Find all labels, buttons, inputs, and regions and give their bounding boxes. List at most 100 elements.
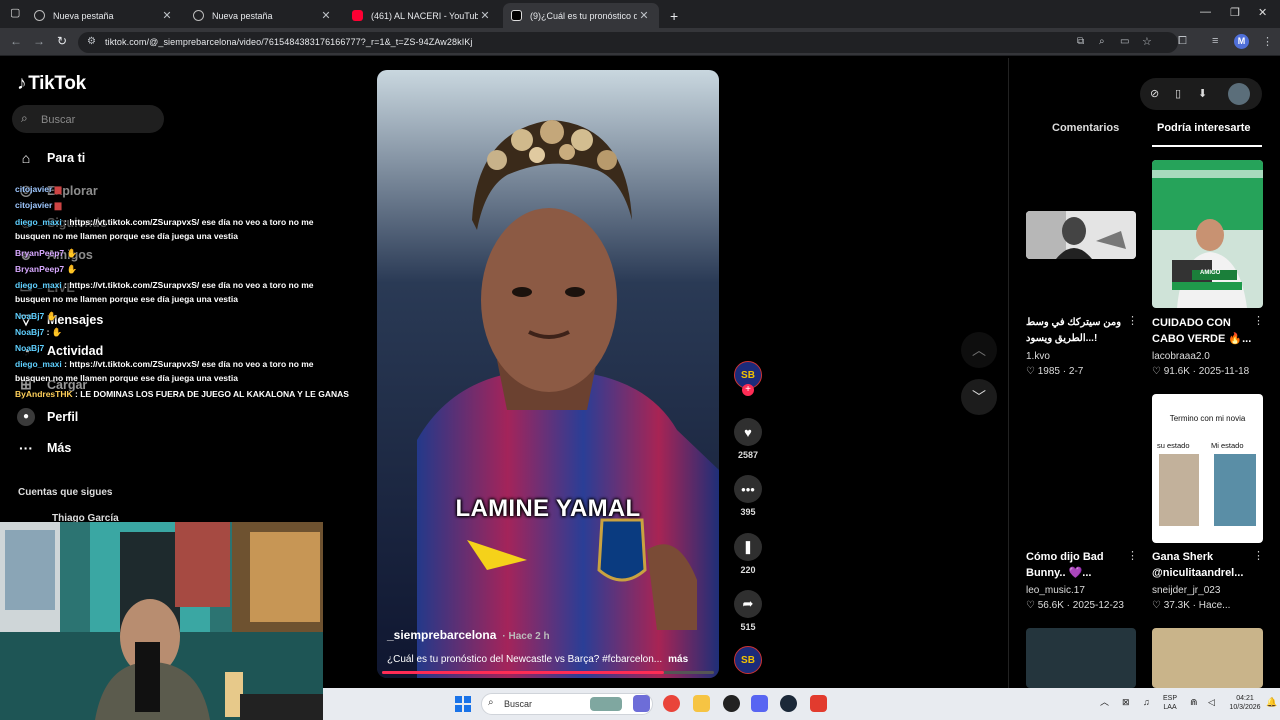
card-author[interactable]: leo_music.17 <box>1026 585 1085 596</box>
wifi-icon[interactable]: ⋒ <box>1190 698 1198 707</box>
card-title[interactable]: CUIDADO CON CABO VERDE 🔥... <box>1152 315 1252 347</box>
search-icon: ⌕ <box>21 111 28 125</box>
follow-plus-icon[interactable]: + <box>742 384 754 396</box>
card-author[interactable]: sneijder_jr_023 <box>1152 585 1220 596</box>
card-menu-icon[interactable]: ⋮ <box>1127 314 1138 327</box>
save-button[interactable]: ❚ 220 <box>734 533 762 575</box>
nav-perfil[interactable]: ● Perfil <box>17 408 78 426</box>
menu-kebab-icon[interactable]: ⋮ <box>1262 35 1273 48</box>
close-tab-icon[interactable]: ✕ <box>319 9 333 22</box>
url-text: tiktok.com/@_siemprebarcelona/video/7615… <box>105 37 473 47</box>
browser-tab-1[interactable]: Nueva pestaña ✕ <box>26 3 182 28</box>
close-tab-icon[interactable]: ✕ <box>637 9 651 22</box>
taskbar-search[interactable]: ⌕ Buscar <box>481 693 653 715</box>
network-icon[interactable]: ⊠ <box>1122 698 1130 707</box>
card-title[interactable]: Cómo dijo Bad Bunny.. 💜... <box>1026 549 1126 581</box>
browser-tab-4[interactable]: (9)¿Cuál es tu pronóstico del N ✕ <box>503 3 659 28</box>
nav-mas[interactable]: ··· Más <box>17 440 71 456</box>
clock-time: 04:21 <box>1236 695 1254 702</box>
video-thumbnail[interactable]: AMIGO <box>1152 160 1263 308</box>
video-progress-bar[interactable] <box>382 671 714 674</box>
chrome-icon[interactable] <box>663 695 680 712</box>
next-video-button[interactable]: ﹀ <box>961 379 997 415</box>
translate-icon[interactable]: ⧉ <box>1077 36 1084 47</box>
maximize-icon[interactable]: ❐ <box>1230 6 1240 19</box>
phone-icon[interactable]: ▯ <box>1175 87 1181 100</box>
card-title[interactable]: ومن سيتركك في وسط الطريق ويسود...! <box>1026 315 1126 347</box>
video-player[interactable]: LAMINE YAMAL _siemprebarcelona · Hace 2 h… <box>377 70 719 678</box>
tab-podria-interesarte[interactable]: Podría interesarte <box>1157 122 1251 134</box>
profile-avatar[interactable]: M <box>1234 34 1249 49</box>
new-tab-button[interactable]: + <box>662 3 682 28</box>
copilot-icon[interactable] <box>633 695 650 712</box>
site-info-icon[interactable]: ⚙ <box>87 36 96 47</box>
share-button[interactable]: ➦ 515 <box>734 590 762 632</box>
zoom-icon[interactable]: ⌕ <box>1099 36 1105 47</box>
autoscroll-icon[interactable]: ⊘ <box>1150 87 1159 100</box>
card-title[interactable]: Gana Sherk @niculitaandrel... <box>1152 549 1252 581</box>
download-icon[interactable]: ⬇ <box>1198 87 1207 100</box>
close-tab-icon[interactable]: ✕ <box>160 9 174 22</box>
author-avatar-button[interactable]: SB + <box>734 361 762 396</box>
reload-icon[interactable]: ↻ <box>57 34 67 48</box>
video-thumbnail[interactable]: Termino con mi novia su estado Mi estado <box>1152 394 1263 543</box>
steam-icon[interactable] <box>780 695 797 712</box>
tab-comentarios[interactable]: Comentarios <box>1052 122 1119 134</box>
minimize-icon[interactable]: — <box>1200 6 1211 18</box>
card-menu-icon[interactable]: ⋮ <box>1253 549 1264 562</box>
nav-para-ti[interactable]: ⌂ Para ti <box>17 150 85 166</box>
tiktok-logo[interactable]: ♪ TikTok <box>17 73 86 95</box>
obs-icon[interactable] <box>723 695 740 712</box>
close-window-icon[interactable]: ✕ <box>1258 6 1267 19</box>
browser-tab-2[interactable]: Nueva pestaña ✕ <box>185 3 341 28</box>
thumbnail-image-right <box>1214 454 1256 526</box>
card-author[interactable]: 1.kvo <box>1026 351 1050 362</box>
video-thumbnail[interactable] <box>1026 628 1136 688</box>
sound-avatar[interactable]: SB <box>734 646 762 674</box>
search-input[interactable]: ⌕ Buscar <box>12 105 164 133</box>
tab-search-icon[interactable]: ▢ <box>10 6 20 19</box>
volume-icon[interactable]: ◁ <box>1208 698 1215 707</box>
share-count: 515 <box>740 622 756 632</box>
card-menu-icon[interactable]: ⋮ <box>1127 549 1138 562</box>
discord-icon[interactable] <box>751 695 768 712</box>
address-bar[interactable]: ⚙ tiktok.com/@_siemprebarcelona/video/76… <box>78 32 1178 53</box>
comment-button[interactable]: ••• 395 <box>734 475 762 517</box>
browser-tab-3[interactable]: (461) AL NACERI - YouTube ✕ <box>344 3 500 28</box>
file-explorer-icon[interactable] <box>693 695 710 712</box>
globe-icon <box>34 10 45 21</box>
video-overlay-text: LAMINE YAMAL <box>455 495 641 522</box>
chat-user: diego_maxi <box>15 359 62 369</box>
video-thumbnail[interactable] <box>1026 211 1136 259</box>
chat-message: busquen no me llamen porque ese día jueg… <box>15 292 238 306</box>
app-icon[interactable] <box>810 695 827 712</box>
notification-bell-icon[interactable]: 🔔 <box>1266 698 1277 707</box>
tiktok-icon <box>511 10 522 21</box>
bookmark-icon: ❚ <box>734 533 762 561</box>
language-indicator[interactable]: ESP LAA <box>1163 694 1177 712</box>
card-menu-icon[interactable]: ⋮ <box>1253 314 1264 327</box>
reading-list-icon[interactable]: ≡ <box>1212 35 1218 47</box>
chat-message: diego_maxi : https://vt.tiktok.com/ZSura… <box>15 217 314 227</box>
time-ago: Hace 2 h <box>508 631 550 642</box>
tray-overflow-icon[interactable]: ︿ <box>1100 698 1109 707</box>
video-author[interactable]: _siemprebarcelona · Hace 2 h <box>387 628 550 642</box>
webcam-image <box>0 522 323 720</box>
like-button[interactable]: ♥ 2587 <box>734 418 762 460</box>
thumbnail-label-left: su estado <box>1157 441 1190 450</box>
more-link[interactable]: más <box>668 654 688 665</box>
chat-user: diego_maxi <box>15 280 62 290</box>
user-avatar[interactable] <box>1228 83 1250 105</box>
cast-icon[interactable]: ▭ <box>1120 36 1129 47</box>
previous-video-button[interactable]: ︿ <box>961 332 997 368</box>
windows-start-icon[interactable] <box>455 696 471 712</box>
extensions-icon[interactable]: ⧠ <box>1178 35 1187 48</box>
card-author[interactable]: lacobraaa2.0 <box>1152 351 1210 362</box>
close-tab-icon[interactable]: ✕ <box>478 9 492 22</box>
forward-icon[interactable]: → <box>33 34 45 48</box>
clock[interactable]: 04:21 10/3/2026 <box>1228 694 1262 712</box>
mic-icon[interactable]: ♫ <box>1143 698 1150 707</box>
video-thumbnail[interactable] <box>1152 628 1263 688</box>
back-icon[interactable]: ← <box>10 34 22 48</box>
bookmark-star-icon[interactable]: ☆ <box>1142 35 1152 48</box>
